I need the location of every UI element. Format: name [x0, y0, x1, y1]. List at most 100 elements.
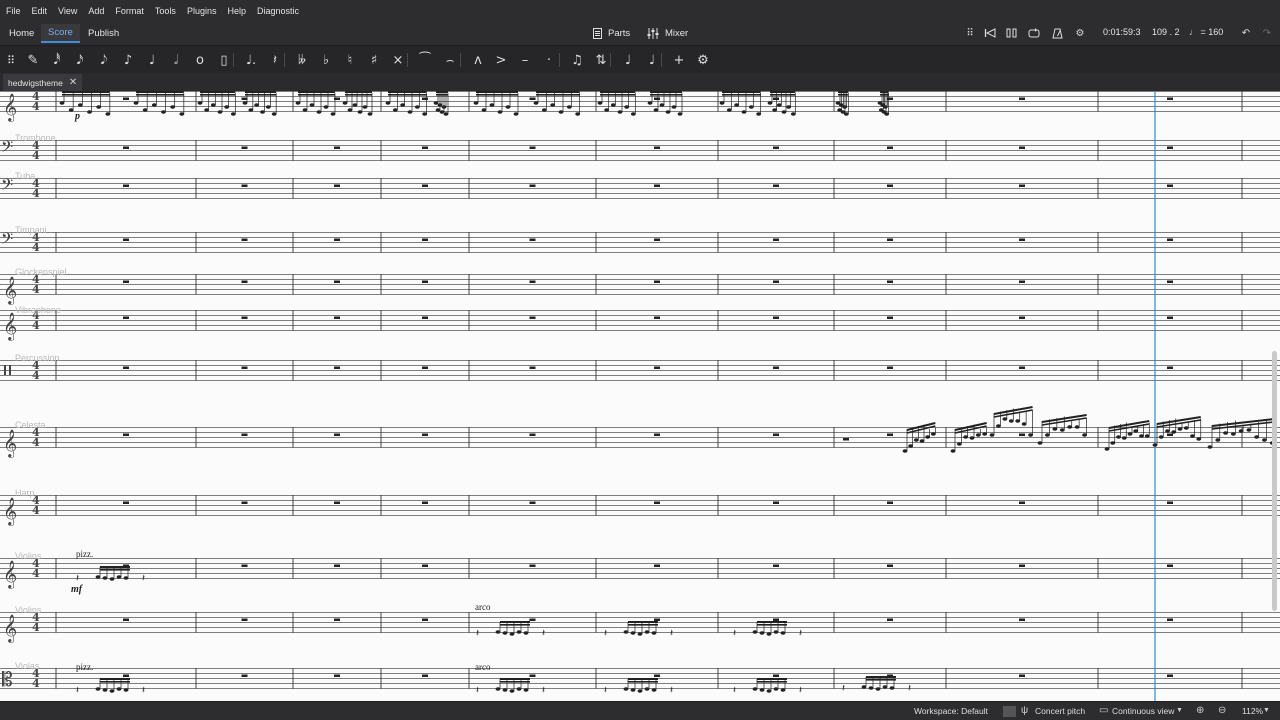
mixer-icon: [647, 27, 659, 39]
measure-rest: [1019, 501, 1025, 504]
violin2-note-beam: [500, 624, 530, 626]
sharp-icon[interactable]: ♯: [363, 49, 385, 71]
tab-publish[interactable]: Publish: [81, 24, 126, 43]
measure-rest: [123, 674, 129, 677]
menu-file[interactable]: File: [6, 6, 21, 16]
zoom-chevron-down-icon[interactable]: ▼: [1263, 707, 1270, 714]
concert-pitch-label[interactable]: Concert pitch: [1035, 706, 1085, 716]
score-notation[interactable]: 𝄞 44𝄢 44𝄢 44𝄢 44𝄞 44𝄞 4444𝄞 44𝄞 44𝄞 44𝄞 44𝄡 44𝄽 𝄽𝄽 𝄽 𝄽…: [0, 91, 1280, 701]
rewind-icon[interactable]: [982, 25, 998, 41]
measure-rest: [1019, 316, 1025, 319]
measure-rest: [1019, 238, 1025, 241]
loop-icon[interactable]: [1026, 25, 1042, 41]
double-sharp-icon[interactable]: ×: [387, 49, 409, 71]
menu-diagnostic[interactable]: Diagnostic: [257, 6, 299, 16]
note-16th-icon[interactable]: 𝅘𝅥𝅮: [93, 49, 115, 71]
woodwind-note-beam: [536, 91, 580, 93]
menu-view[interactable]: View: [58, 6, 77, 16]
menu-tools[interactable]: Tools: [155, 6, 176, 16]
measure-rest: [773, 184, 779, 187]
note-32nd-icon[interactable]: 𝅘𝅥𝅯: [69, 49, 91, 71]
double-flat-icon[interactable]: 𝄫: [291, 49, 313, 71]
flat-icon[interactable]: ♭: [315, 49, 337, 71]
measure-rest: [422, 564, 428, 567]
redo-icon[interactable]: ↷: [1259, 25, 1275, 41]
measure-rest: [422, 280, 428, 283]
treble-clef: 𝄞: [3, 93, 17, 122]
rest-icon[interactable]: 𝄽: [264, 49, 286, 71]
close-icon[interactable]: ✕: [69, 77, 77, 88]
undo-icon[interactable]: ↶: [1238, 25, 1254, 41]
menu-add[interactable]: Add: [88, 6, 104, 16]
instrument-label-tuba: Tuba: [15, 171, 36, 181]
tie-icon[interactable]: ⁀: [414, 49, 436, 71]
customize-toolbar-gear-icon[interactable]: ⚙: [692, 49, 714, 71]
concert-pitch-toggle-icon[interactable]: [1003, 706, 1016, 717]
slur-icon[interactable]: ⌢: [439, 49, 461, 71]
metronome-icon[interactable]: [1049, 25, 1065, 41]
menu-help[interactable]: Help: [227, 6, 246, 16]
measure-rest: [241, 238, 248, 241]
workspace-selector[interactable]: Workspace: Default: [914, 706, 988, 716]
add-icon[interactable]: +: [668, 49, 690, 71]
tab-home[interactable]: Home: [2, 24, 41, 43]
arco-text-violins-2: arco: [475, 602, 491, 612]
woodwind-note-beam: [62, 91, 110, 93]
view-mode-selector[interactable]: Continuous view: [1112, 706, 1174, 716]
playback-settings-gear-icon[interactable]: ⚙: [1072, 25, 1088, 41]
menu-plugins[interactable]: Plugins: [187, 6, 217, 16]
note-breve-icon[interactable]: ▯: [213, 49, 235, 71]
parts-button[interactable]: Parts: [593, 25, 630, 41]
accent-icon[interactable]: >: [490, 49, 512, 71]
tuplet-icon[interactable]: ♫: [566, 49, 588, 71]
measure-rest: [654, 316, 660, 319]
measure-rest: [529, 674, 536, 677]
measure-rest: [773, 501, 779, 504]
measure-rest: [529, 433, 536, 436]
zoom-out-icon[interactable]: ⊖: [1218, 705, 1226, 716]
woodwind-note-beam: [770, 94, 796, 96]
measure-rest: [887, 238, 893, 241]
woodwind-note-beam: [476, 94, 518, 96]
zoom-in-icon[interactable]: ⊕: [1196, 705, 1204, 716]
augmentation-dot-icon[interactable]: ♩.: [240, 49, 262, 71]
voice-2-icon[interactable]: ♩: [641, 49, 663, 71]
natural-icon[interactable]: ♮: [339, 49, 361, 71]
marcato-icon[interactable]: ʌ: [467, 49, 489, 71]
note-whole-icon[interactable]: o: [189, 49, 211, 71]
woodwind-note-beam: [722, 94, 761, 96]
toolbar-drag-handle-icon[interactable]: ⠿: [0, 49, 22, 71]
viola-note-rest: 𝄽: [604, 685, 607, 696]
menubar: File Edit View Add Format Tools Plugins Help Dia…: [0, 0, 1280, 21]
violin1-note-rest: 𝄽: [142, 573, 145, 584]
measure-rest: [422, 366, 428, 369]
flip-direction-icon[interactable]: ⇅: [590, 49, 612, 71]
score-canvas[interactable]: 𝄞 4 4 𝄢 4 4 𝄢 4 4 𝄢 4 4 𝄞 4 4 𝄞 4 4 4 4 𝄞 4 4 𝄞 4 4 𝄞 4 4 𝄞 4 4 𝄡 4 4 𝄽 𝄽 𝄽 𝄽 𝄽…: [0, 91, 1280, 701]
drag-handle-icon[interactable]: ⠿: [962, 25, 978, 41]
measure-rest: [773, 146, 779, 149]
staccato-icon[interactable]: ·: [538, 49, 560, 71]
note-eighth-icon[interactable]: ♪: [117, 49, 139, 71]
measure-rest: [334, 238, 340, 241]
tab-score[interactable]: Score: [41, 24, 80, 43]
play-pause-icon[interactable]: [1004, 25, 1020, 41]
voice-1-icon[interactable]: ♩: [617, 49, 639, 71]
woodwind-note-beam: [136, 94, 184, 96]
note-64th-icon[interactable]: 𝅘𝅥𝅰: [46, 49, 68, 71]
input-mode-pen-icon[interactable]: ✎: [22, 49, 44, 71]
chevron-down-icon[interactable]: ▼: [1176, 707, 1183, 714]
note-quarter-icon[interactable]: ♩: [141, 49, 163, 71]
zoom-level[interactable]: 112%: [1242, 706, 1263, 716]
note-half-icon[interactable]: 𝅗𝅥: [165, 49, 187, 71]
violin2-note-beam: [500, 621, 530, 623]
vertical-scrollbar[interactable]: [1272, 351, 1277, 611]
mixer-button[interactable]: Mixer: [647, 25, 688, 41]
time-signature: 4: [32, 436, 40, 449]
menu-edit[interactable]: Edit: [32, 6, 48, 16]
score-document-tab[interactable]: hedwigstheme ✕: [3, 74, 83, 91]
measure-rest: [1167, 146, 1173, 149]
measure-rest: [334, 501, 340, 504]
menu-format[interactable]: Format: [115, 6, 144, 16]
time-signature: 4: [32, 369, 40, 382]
tenuto-icon[interactable]: –: [514, 49, 536, 71]
